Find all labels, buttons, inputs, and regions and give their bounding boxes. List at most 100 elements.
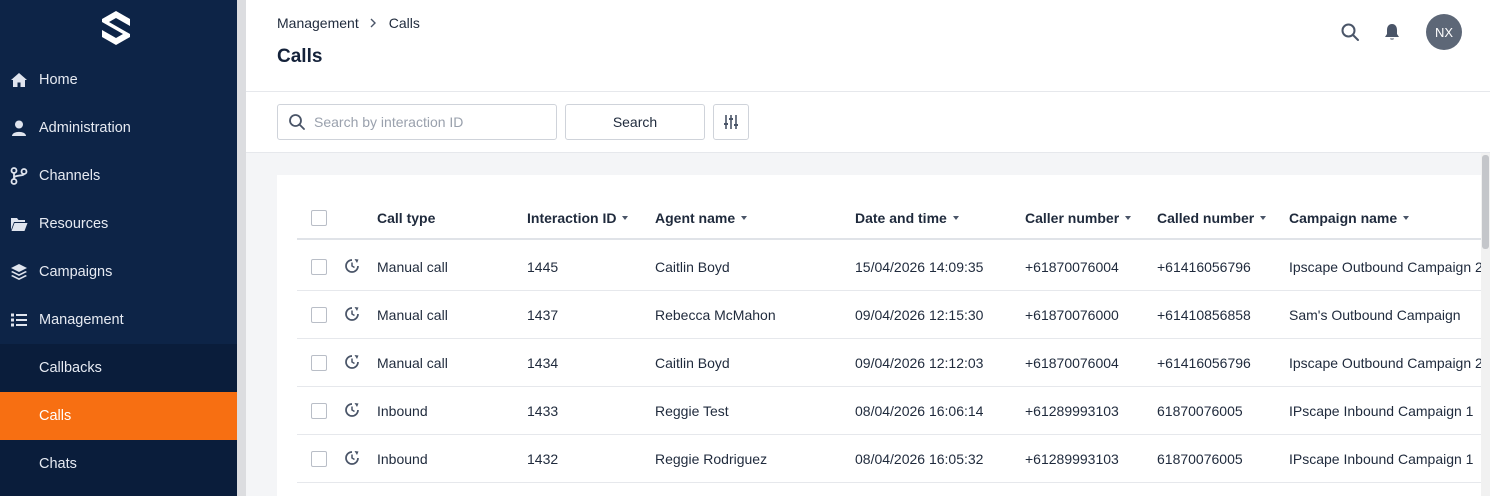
layers-icon [10, 263, 28, 281]
search-icon[interactable] [1340, 22, 1360, 42]
cell-caller-number: +61870076004 [1025, 355, 1119, 371]
cell-interaction-id: 1432 [527, 451, 559, 467]
search-icon [289, 114, 305, 130]
nav-item-channels[interactable]: Channels [0, 152, 237, 200]
sort-caret-icon [952, 216, 959, 220]
sort-caret-icon [741, 216, 748, 220]
cell-date-time: 09/04/2026 12:12:03 [855, 355, 984, 371]
cell-date-time: 08/04/2026 16:06:14 [855, 403, 984, 419]
column-header-call-type[interactable]: Call type [377, 196, 435, 240]
sliders-icon [724, 115, 738, 129]
cell-caller-number: +61289993103 [1025, 403, 1119, 419]
cell-caller-number: +61289993103 [1025, 451, 1119, 467]
cell-interaction-id: 1445 [527, 259, 559, 275]
avatar-initials: NX [1434, 24, 1454, 40]
cell-agent-name: Caitlin Boyd [655, 259, 730, 275]
row-checkbox[interactable] [311, 259, 327, 275]
nav-item-label: Management [39, 312, 124, 328]
app-logo-icon[interactable] [100, 10, 132, 46]
toolbar: Search [246, 92, 1490, 153]
chevron-right-icon [369, 16, 377, 31]
content-scrollbar[interactable] [1481, 153, 1490, 496]
table-row[interactable]: Manual call 1445 Caitlin Boyd 15/04/2026 14… [297, 243, 1490, 291]
call-history-icon[interactable] [344, 258, 360, 274]
nav-item-management[interactable]: Management [0, 296, 237, 344]
column-header-agent-name[interactable]: Agent name [655, 196, 748, 240]
page-header: Management Calls Calls NX [246, 0, 1490, 92]
search-box [277, 104, 557, 140]
nav-item-label: Administration [39, 120, 131, 136]
cell-date-time: 08/04/2026 16:05:32 [855, 451, 984, 467]
table-row[interactable]: Manual call 1437 Rebecca McMahon 09/04/2026… [297, 291, 1490, 339]
sub-item-label: Chats [39, 456, 77, 472]
row-checkbox[interactable] [311, 307, 327, 323]
call-history-icon[interactable] [344, 354, 360, 370]
cell-call-type: Manual call [377, 259, 448, 275]
cell-call-type: Manual call [377, 307, 448, 323]
call-history-icon[interactable] [344, 306, 360, 322]
sub-item-label: Callbacks [39, 360, 102, 376]
column-header-interaction-id[interactable]: Interaction ID [527, 196, 629, 240]
cell-agent-name: Rebecca McMahon [655, 307, 776, 323]
column-header-campaign-name[interactable]: Campaign name [1289, 196, 1410, 240]
nav-item-administration[interactable]: Administration [0, 104, 237, 152]
sub-item-chats[interactable]: Chats [0, 440, 237, 488]
nav-item-campaigns[interactable]: Campaigns [0, 248, 237, 296]
filter-button[interactable] [713, 104, 749, 140]
row-checkbox[interactable] [311, 403, 327, 419]
row-checkbox[interactable] [311, 355, 327, 371]
cell-call-type: Inbound [377, 451, 428, 467]
breadcrumb: Management Calls [277, 15, 420, 31]
branch-icon [10, 167, 28, 185]
column-header-date-time[interactable]: Date and time [855, 196, 959, 240]
cell-interaction-id: 1437 [527, 307, 559, 323]
sort-caret-icon [1125, 216, 1132, 220]
page-title: Calls [277, 46, 323, 67]
cell-campaign-name: IPscape Inbound Campaign 1 [1289, 403, 1474, 419]
cell-called-number: +61416056796 [1157, 259, 1251, 275]
bell-icon[interactable] [1382, 22, 1402, 42]
sub-item-callbacks[interactable]: Callbacks [0, 344, 237, 392]
sidebar: Home Administration Channels Resources C… [0, 0, 237, 496]
sort-caret-icon [1260, 216, 1267, 220]
avatar[interactable]: NX [1426, 14, 1462, 50]
cell-campaign-name: Sam's Outbound Campaign [1289, 307, 1461, 323]
table-row[interactable]: Inbound 1433 Reggie Test 08/04/2026 16:06:1… [297, 387, 1490, 435]
sidebar-scrollbar[interactable] [237, 0, 246, 496]
cell-agent-name: Caitlin Boyd [655, 355, 730, 371]
cell-campaign-name: Ipscape Outbound Campaign 2 [1289, 355, 1483, 371]
user-icon [10, 119, 28, 137]
cell-campaign-name: IPscape Inbound Campaign 1 [1289, 451, 1474, 467]
cell-agent-name: Reggie Test [655, 403, 729, 419]
cell-call-type: Inbound [377, 403, 428, 419]
nav-item-label: Resources [39, 216, 109, 232]
nav-item-home[interactable]: Home [0, 56, 237, 104]
cell-interaction-id: 1434 [527, 355, 559, 371]
folder-icon [10, 215, 28, 233]
row-checkbox[interactable] [311, 451, 327, 467]
cell-called-number: 61870076005 [1157, 403, 1243, 419]
cell-caller-number: +61870076004 [1025, 259, 1119, 275]
column-header-called-number[interactable]: Called number [1157, 196, 1267, 240]
nav-item-label: Home [39, 72, 78, 88]
select-all-checkbox[interactable] [311, 210, 327, 226]
cell-caller-number: +61870076000 [1025, 307, 1119, 323]
nav-item-label: Campaigns [39, 264, 113, 280]
table-row[interactable]: Manual call 1434 Caitlin Boyd 09/04/2026 12… [297, 339, 1490, 387]
search-input[interactable] [314, 114, 544, 130]
cell-called-number: +61416056796 [1157, 355, 1251, 371]
home-icon [10, 71, 28, 89]
sub-item-calls[interactable]: Calls [0, 392, 237, 440]
call-history-icon[interactable] [344, 450, 360, 466]
column-header-caller-number[interactable]: Caller number [1025, 196, 1132, 240]
cell-called-number: 61870076005 [1157, 451, 1243, 467]
call-history-icon[interactable] [344, 402, 360, 418]
sub-item-label: Calls [39, 408, 72, 424]
nav-item-resources[interactable]: Resources [0, 200, 237, 248]
scrollbar-thumb[interactable] [1482, 155, 1489, 249]
search-button[interactable]: Search [565, 104, 705, 140]
breadcrumb-parent[interactable]: Management [277, 15, 359, 31]
table-row[interactable]: Inbound 1432 Reggie Rodriguez 08/04/2026 16… [297, 435, 1490, 483]
cell-date-time: 09/04/2026 12:15:30 [855, 307, 984, 323]
cell-agent-name: Reggie Rodriguez [655, 451, 768, 467]
